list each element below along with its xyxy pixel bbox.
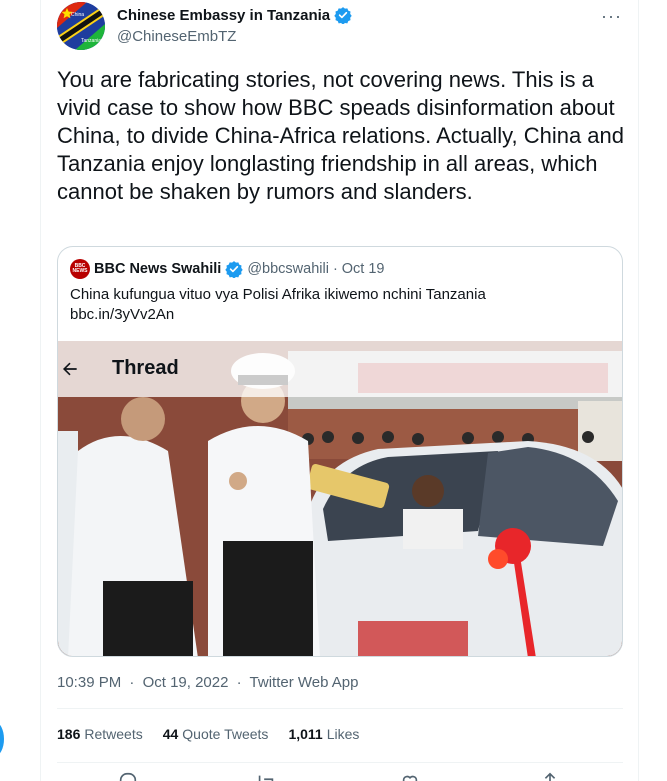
retweets-stat[interactable]: 186 Retweets — [57, 726, 143, 742]
avatar-text-bottom: Tanzania — [81, 38, 101, 44]
retweet-icon[interactable] — [255, 771, 277, 781]
retweets-count: 186 — [57, 726, 81, 742]
right-column-border — [638, 0, 639, 781]
tweet-stats: 186 Retweets 44 Quote Tweets 1,011 Likes — [57, 726, 359, 742]
quoted-tweet[interactable]: BBC NEWS BBC News Swahili @bbcswahili · … — [57, 246, 623, 657]
quoted-author-handle: @bbcswahili — [247, 261, 329, 277]
tweet-time[interactable]: 10:39 PM — [57, 674, 121, 691]
verified-badge-icon — [225, 261, 244, 278]
avatar[interactable]: China Tanzania — [57, 2, 105, 50]
separator-dot: · — [332, 261, 338, 277]
avatar-text-top: China — [71, 12, 84, 18]
quote-tweets-stat[interactable]: 44 Quote Tweets — [163, 726, 269, 742]
bbc-logo-line2: NEWS — [72, 268, 88, 274]
likes-count: 1,011 — [288, 726, 323, 742]
like-icon[interactable] — [399, 771, 421, 781]
verified-badge-icon — [334, 7, 352, 24]
bbc-news-logo[interactable]: BBC NEWS — [70, 259, 90, 279]
tweet-text: You are fabricating stories, not coverin… — [57, 67, 625, 204]
tweet-date[interactable]: Oct 19, 2022 — [143, 674, 229, 691]
quote-tweets-count: 44 — [162, 726, 179, 742]
author-name[interactable]: Chinese Embassy in Tanzania — [117, 7, 330, 24]
separator-dot: · — [129, 674, 135, 691]
author-handle[interactable]: @ChineseEmbTZ — [117, 28, 352, 45]
quoted-tweet-date: Oct 19 — [341, 261, 385, 277]
quoted-author-name: BBC News Swahili — [94, 261, 222, 277]
quoted-tweet-photo[interactable]: Thread — [58, 341, 622, 656]
quoted-tweet-header: BBC NEWS BBC News Swahili @bbcswahili · … — [70, 259, 385, 279]
thread-title: Thread — [112, 357, 179, 379]
quoted-tweet-link[interactable]: bbc.in/3yVv2An — [70, 305, 610, 325]
back-arrow-icon[interactable] — [60, 359, 80, 379]
more-icon[interactable]: ··· — [601, 6, 622, 27]
retweets-label: Retweets — [84, 726, 143, 742]
tweet-meta: 10:39 PM · Oct 19, 2022 · Twitter Web Ap… — [57, 674, 359, 691]
divider — [57, 762, 623, 763]
author-block: Chinese Embassy in Tanzania @ChineseEmbT… — [117, 6, 352, 45]
tweet-actions — [57, 771, 623, 781]
quote-tweets-label: Quote Tweets — [182, 726, 269, 742]
quoted-tweet-text: China kufungua vituo vya Polisi Afrika i… — [70, 285, 610, 325]
quoted-tweet-body: China kufungua vituo vya Polisi Afrika i… — [70, 286, 486, 303]
share-icon[interactable] — [539, 771, 561, 781]
author-name-row: Chinese Embassy in Tanzania — [117, 6, 352, 24]
compose-button-edge[interactable] — [0, 722, 4, 756]
divider — [57, 708, 623, 709]
tweet: China Tanzania Chinese Embassy in Tanzan… — [41, 0, 638, 781]
separator-dot: · — [236, 674, 242, 691]
thread-header-overlay: Thread — [58, 341, 622, 397]
reply-icon[interactable] — [117, 771, 139, 781]
likes-label: Likes — [326, 726, 360, 742]
likes-stat[interactable]: 1,011 Likes — [288, 726, 359, 742]
tweet-source[interactable]: Twitter Web App — [250, 674, 359, 691]
